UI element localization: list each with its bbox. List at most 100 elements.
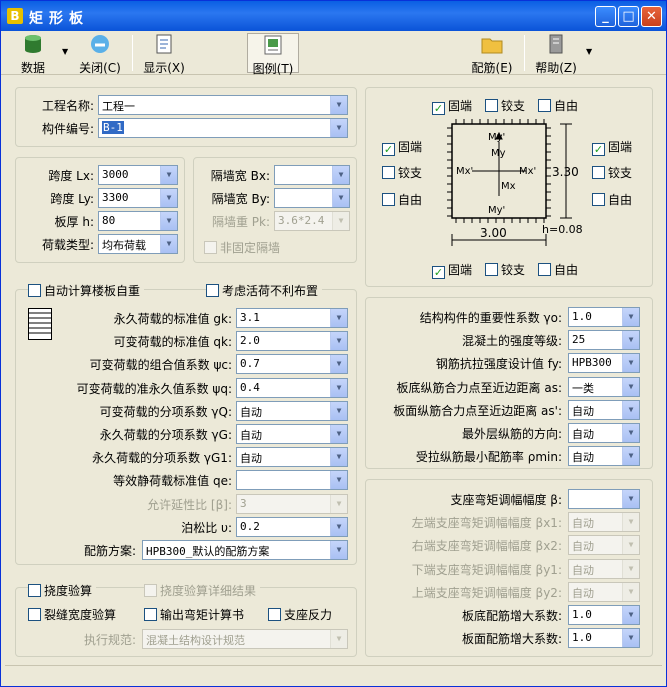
load-param-label: 泊松比 υ:: [181, 520, 232, 535]
material-param-combo[interactable]: 1.0 ▼: [568, 307, 640, 327]
material-param-combo[interactable]: 自动 ▼: [568, 423, 640, 443]
chevron-down-icon: ▼: [622, 629, 639, 648]
span-ly-combo[interactable]: 3300 ▼: [98, 188, 178, 208]
span-lx-combo[interactable]: 3000 ▼: [98, 165, 178, 185]
rebar-button[interactable]: 配筋(E): [469, 33, 515, 75]
chevron-down-icon: ▼: [622, 559, 639, 578]
nonfixed-wall-checkbox[interactable]: 非固定隔墙: [204, 239, 280, 256]
moment-param-combo[interactable]: 1.0 ▼: [568, 605, 640, 625]
moment-param-combo[interactable]: 自动 ▼: [568, 581, 640, 602]
load-param-combo[interactable]: 2.0 ▼: [236, 331, 348, 352]
load-param-combo[interactable]: 自动 ▼: [236, 447, 348, 468]
moment-param-combo[interactable]: 自动 ▼: [568, 558, 640, 579]
design-code-combo[interactable]: 混凝土结构设计规范 ▼: [142, 629, 348, 649]
bottom-hinged-radio[interactable]: 铰支: [485, 261, 525, 278]
load-param-combo[interactable]: 3 ▼: [236, 493, 348, 514]
load-param-combo[interactable]: 3.1 ▼: [236, 308, 348, 328]
chevron-down-icon: ▼: [622, 582, 639, 601]
top-free-radio[interactable]: 自由: [538, 97, 578, 114]
wall-bx-combo[interactable]: ▼: [274, 165, 350, 185]
moment-param-combo[interactable]: 1.0 ▼: [568, 628, 640, 649]
load-param-combo[interactable]: 0.7 ▼: [236, 354, 348, 375]
moment-param-combo[interactable]: 自动 ▼: [568, 535, 640, 556]
material-param-label: 混凝土的强度等级:: [461, 334, 562, 349]
auto-self-weight-checkbox[interactable]: 自动计算楼板自重: [28, 282, 145, 299]
bottom-free-radio[interactable]: 自由: [538, 261, 578, 278]
chevron-down-icon: ▼: [330, 494, 347, 513]
chevron-down-icon: ▼: [330, 332, 347, 351]
close-button[interactable]: 关闭(C): [77, 33, 123, 75]
minimize-button[interactable]: _: [595, 6, 616, 27]
moment-book-checkbox[interactable]: 输出弯矩计算书: [144, 606, 244, 623]
material-param-combo[interactable]: HPB300 ▼: [568, 353, 640, 374]
title-bar[interactable]: B 矩形板 _ □ ✕: [1, 1, 666, 31]
materials-group: 结构构件的重要性系数 γo: 1.0 ▼ 混凝土的强度等级: 25 ▼ 钢筋抗拉强度设计值 …: [365, 297, 653, 469]
legend-icon: [264, 35, 282, 55]
data-dropdown-arrow[interactable]: ▼: [62, 47, 68, 56]
moment-param-label: 板面配筋增大系数:: [461, 632, 562, 647]
right-hinged-radio[interactable]: 铰支: [592, 164, 632, 181]
data-button[interactable]: 数据: [15, 33, 51, 75]
right-fixed-radio[interactable]: ✓ 固端: [592, 138, 632, 156]
load-param-label: 可变荷载的标准值 qk:: [113, 335, 232, 350]
chevron-down-icon: ▼: [330, 378, 347, 397]
svg-text:Mx: Mx: [501, 181, 516, 192]
help-dropdown-arrow[interactable]: ▼: [586, 47, 592, 56]
chevron-down-icon: ▼: [622, 606, 639, 624]
wall-by-combo[interactable]: ▼: [274, 188, 350, 208]
material-param-combo[interactable]: 25 ▼: [568, 330, 640, 351]
rebar-scheme-combo[interactable]: HPB300_默认的配筋方案 ▼: [142, 540, 348, 560]
member-id-combo[interactable]: B-1 ▼: [98, 118, 348, 138]
load-param-combo[interactable]: 0.4 ▼: [236, 377, 348, 398]
svg-text:Mx': Mx': [519, 166, 536, 177]
toolbar-separator: [524, 35, 525, 71]
svg-text:3.30: 3.30: [552, 165, 579, 179]
material-param-combo[interactable]: 一类 ▼: [568, 376, 640, 397]
crack-width-checkbox[interactable]: 裂缝宽度验算: [28, 606, 116, 623]
svg-text:My: My: [491, 148, 506, 159]
top-hinged-radio[interactable]: 铰支: [485, 97, 525, 114]
moment-param-combo[interactable]: ▼: [568, 489, 640, 509]
load-param-combo[interactable]: 0.2 ▼: [236, 516, 348, 537]
dimensions-group: 跨度 Lx: 3000 ▼ 跨度 Ly: 3300 ▼ 板厚 h: 80 ▼ 荷载类型…: [15, 157, 185, 263]
chevron-down-icon: ▼: [332, 166, 349, 184]
chevron-down-icon: ▼: [622, 400, 639, 419]
material-param-label: 最外层纵筋的方向:: [461, 427, 562, 441]
design-code-label: 执行规范:: [83, 633, 136, 647]
project-name-combo[interactable]: 工程一 ▼: [98, 95, 348, 115]
chevron-down-icon: ▼: [330, 517, 347, 536]
display-button[interactable]: 显示(X): [141, 33, 187, 75]
toolbar-separator: [132, 35, 133, 71]
right-free-radio[interactable]: 自由: [592, 191, 632, 208]
load-param-combo[interactable]: ▼: [236, 470, 348, 491]
support-reaction-checkbox[interactable]: 支座反力: [268, 606, 332, 623]
bottom-fixed-radio[interactable]: ✓ 固端: [432, 261, 472, 279]
load-param-combo[interactable]: 自动 ▼: [236, 424, 348, 444]
help-button[interactable]: 帮助(Z): [533, 33, 579, 75]
left-hinged-radio[interactable]: 铰支: [382, 164, 422, 181]
material-param-label: 受拉纵筋最小配筋率 ρmin:: [415, 450, 562, 465]
status-bar: [5, 665, 662, 683]
svg-text:h=0.08: h=0.08: [542, 223, 583, 236]
wall-pk-combo[interactable]: 3.6*2.4 ▼: [274, 211, 350, 231]
close-window-button[interactable]: ✕: [641, 6, 662, 27]
top-fixed-radio[interactable]: ✓ 固端: [432, 97, 472, 115]
thickness-combo[interactable]: 80 ▼: [98, 211, 178, 231]
material-param-combo[interactable]: 自动 ▼: [568, 446, 640, 467]
maximize-button[interactable]: □: [618, 6, 639, 27]
legend-button[interactable]: 图例(T): [247, 33, 299, 76]
deflection-check-checkbox[interactable]: 挠度验算: [28, 582, 97, 599]
load-type-label: 荷载类型:: [41, 238, 94, 252]
load-param-combo[interactable]: 自动 ▼: [236, 400, 348, 421]
help-book-icon: [549, 34, 563, 54]
load-param-label: 可变荷载的准永久值系数 ψq:: [76, 381, 232, 396]
left-fixed-radio[interactable]: ✓ 固端: [382, 138, 422, 156]
material-param-combo[interactable]: 自动 ▼: [568, 399, 640, 420]
left-free-radio[interactable]: 自由: [382, 191, 422, 208]
chevron-down-icon: ▼: [330, 471, 347, 490]
loads-group: 自动计算楼板自重 考虑活荷不利布置 永久荷载的标准值 gk: 3.1 ▼ 可变荷载的标…: [15, 282, 357, 565]
load-type-combo[interactable]: 均布荷载 ▼: [98, 234, 178, 254]
moment-param-combo[interactable]: 自动 ▼: [568, 512, 640, 533]
deflection-detail-checkbox[interactable]: 挠度验算详细结果: [144, 582, 261, 599]
unfavorable-live-load-checkbox[interactable]: 考虑活荷不利布置: [206, 282, 323, 299]
